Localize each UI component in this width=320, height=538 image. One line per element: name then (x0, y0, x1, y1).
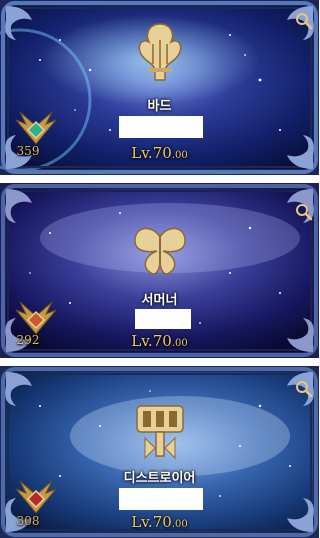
harp-icon (138, 23, 182, 81)
hammer-icon (136, 405, 184, 460)
character-card-summoner[interactable]: 서머너 292 Lv.70.00 (0, 183, 319, 358)
magnifier-icon[interactable] (295, 380, 313, 398)
wing-badge-icon (15, 111, 57, 145)
level-decimal: .00 (171, 150, 188, 161)
level-value: 70 (152, 332, 172, 350)
magnifier-icon[interactable] (295, 12, 313, 30)
level-prefix: Lv. (131, 513, 153, 531)
wing-badge-icon (15, 480, 57, 514)
level-prefix: Lv. (131, 144, 153, 162)
character-card-bard[interactable]: 바드 359 Lv.70.00 (0, 0, 319, 175)
level-value: 70 (152, 513, 172, 531)
level-prefix: Lv. (131, 332, 153, 350)
character-name-redacted (119, 488, 203, 510)
level-value: 70 (152, 144, 172, 162)
magnifier-icon[interactable] (295, 203, 313, 221)
character-card-destroyer[interactable]: 디스트로이어 308 Lv.70.00 (0, 366, 319, 538)
butterfly-icon (134, 227, 186, 275)
level-decimal: .00 (171, 338, 188, 349)
character-level: Lv.70.00 (0, 512, 319, 531)
character-name-redacted (135, 309, 191, 329)
level-decimal: .00 (171, 519, 188, 530)
character-name-redacted (119, 116, 203, 138)
character-level: Lv.70.00 (0, 143, 319, 162)
character-level: Lv.70.00 (0, 331, 319, 350)
